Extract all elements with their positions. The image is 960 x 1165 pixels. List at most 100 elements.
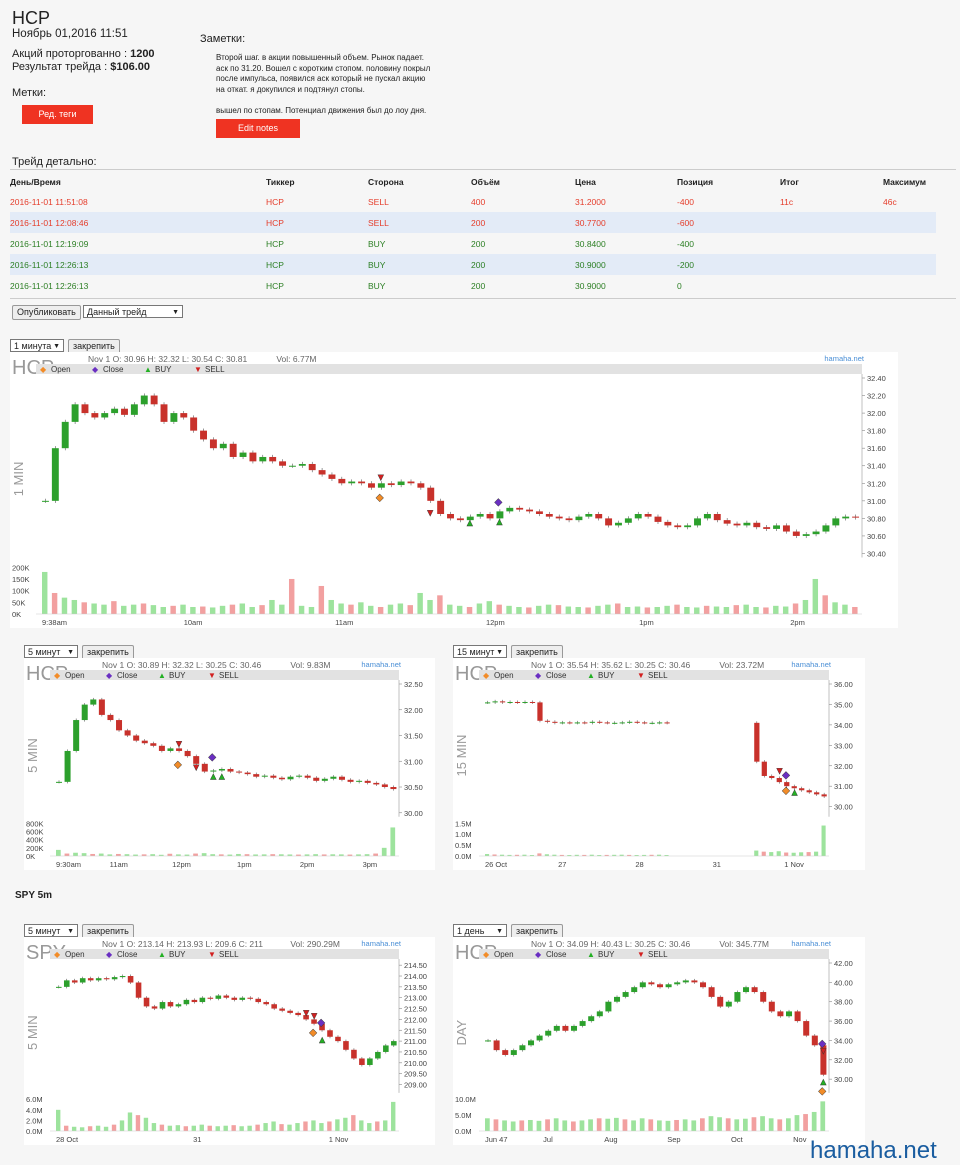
legend-close-icon: ◆ xyxy=(106,671,113,680)
volume-bar xyxy=(150,605,157,614)
candle-body xyxy=(782,525,790,532)
volume-bar xyxy=(535,605,542,614)
candle-body xyxy=(552,721,558,723)
candle-body xyxy=(639,982,646,988)
candle-body xyxy=(852,516,860,518)
candle-body xyxy=(648,982,655,985)
candle-body xyxy=(832,518,840,526)
table-row: 2016-11-01 11:51:08 HCP SELL 400 31.2000 -400… xyxy=(10,191,936,212)
chart-volume-total: Vol: 290.29M xyxy=(290,939,340,949)
trade-marker-open: ◆ xyxy=(309,1027,317,1038)
details-divider xyxy=(10,169,956,170)
publish-button[interactable]: Опубликовать xyxy=(12,305,81,320)
volume-bar xyxy=(271,1121,276,1131)
volume-bar xyxy=(526,607,532,614)
volume-bar xyxy=(708,1116,714,1131)
interval-select[interactable]: 5 минут ▼ xyxy=(24,924,78,937)
volume-tick-label: 50K xyxy=(12,598,25,607)
volume-bar xyxy=(664,605,670,614)
table-cell xyxy=(780,233,883,254)
time-tick-label: 12pm xyxy=(172,860,191,869)
volume-bar xyxy=(510,1121,516,1131)
volume-bar xyxy=(822,595,828,614)
candle-body xyxy=(761,761,767,776)
volume-bar xyxy=(723,606,730,614)
trade-marker-buy: ▲ xyxy=(465,518,475,529)
time-tick-label: 28 Oct xyxy=(56,1135,79,1144)
volume-bar xyxy=(229,604,236,614)
volume-bar xyxy=(852,606,858,614)
interval-select[interactable]: 1 день ▼ xyxy=(453,924,507,937)
candle-body xyxy=(175,1004,182,1007)
volume-bar xyxy=(288,578,295,614)
interval-value: 5 минут xyxy=(28,926,61,936)
candle-body xyxy=(116,720,123,731)
volume-bar xyxy=(143,1117,149,1131)
chart-period-label: 5 MIN xyxy=(25,738,40,773)
candle-body xyxy=(567,722,573,724)
volume-bar xyxy=(821,825,826,856)
volume-bar xyxy=(71,1126,77,1131)
volume-bar xyxy=(734,1119,740,1131)
volume-bar xyxy=(200,606,206,614)
volume-tick-label: 0K xyxy=(26,852,35,861)
volume-bar xyxy=(209,607,216,614)
candle-body xyxy=(427,487,435,501)
volume-bar xyxy=(358,602,364,614)
price-tick-label: 40.00 xyxy=(834,978,853,987)
volume-bar xyxy=(193,853,198,856)
interval-select[interactable]: 5 минут ▼ xyxy=(24,645,78,658)
table-cell xyxy=(780,254,883,275)
volume-bar xyxy=(103,1126,109,1131)
volume-bar xyxy=(167,1125,173,1131)
interval-select[interactable]: 1 минута ▼ xyxy=(10,339,64,352)
volume-bar xyxy=(170,605,176,614)
chart-ohlc: Nov 1 O: 34.09 H: 40.43 L: 30.25 C: 30.4… xyxy=(531,939,691,949)
volume-bar xyxy=(753,606,759,614)
candle-body xyxy=(158,745,165,751)
edit-notes-button[interactable]: Edit notes xyxy=(216,119,300,138)
table-row: 2016-11-01 12:26:13 HCP BUY 200 30.9000 -200 xyxy=(10,254,936,275)
candle-body xyxy=(351,1049,357,1059)
trade-marker-open: ◆ xyxy=(174,759,182,770)
table-cell: 400 xyxy=(471,196,486,207)
price-tick-label: 31.40 xyxy=(867,462,886,471)
chart-canvas: SPY Nov 1 O: 213.14 H: 213.93 L: 209.6 C:… xyxy=(24,937,435,1145)
candle-body xyxy=(760,992,767,1002)
volume-bar xyxy=(247,1125,252,1131)
volume-bar xyxy=(447,604,453,614)
candle-body xyxy=(387,483,395,486)
legend-close-label: Close xyxy=(546,671,567,680)
table-cell: SELL xyxy=(368,196,389,207)
price-tick-label: 214.50 xyxy=(404,961,427,970)
volume-bar xyxy=(121,605,127,614)
volume-bar xyxy=(536,1120,542,1131)
edit-tags-button[interactable]: Ред. теги xyxy=(22,105,93,124)
volume-bar xyxy=(575,606,581,614)
volume-bar xyxy=(287,1124,292,1131)
publish-scope-select[interactable]: Данный трейд ▼ xyxy=(83,305,183,318)
candle-body xyxy=(219,443,227,449)
time-tick-label: Nov xyxy=(793,1135,807,1144)
table-bottom-divider xyxy=(10,298,956,299)
trade-marker-sell: ▼ xyxy=(174,739,184,750)
volume-bar xyxy=(555,605,562,614)
time-tick-label: Oct xyxy=(731,1135,744,1144)
candle-body xyxy=(559,722,566,724)
candle-body xyxy=(565,518,573,521)
candle-body xyxy=(493,1040,500,1051)
volume-bar xyxy=(223,1125,228,1131)
candle-body xyxy=(499,701,506,703)
candle-body xyxy=(239,452,247,457)
volume-bar xyxy=(485,1118,490,1131)
price-tick-label: 209.50 xyxy=(404,1070,427,1079)
volume-bar xyxy=(751,1117,757,1131)
volume-bar xyxy=(799,852,804,856)
price-tick-label: 32.00 xyxy=(834,762,853,771)
interval-select[interactable]: 15 минут ▼ xyxy=(453,645,507,658)
table-cell: 2016-11-01 12:08:46 xyxy=(10,212,266,233)
volume-bar xyxy=(820,1101,826,1131)
volume-bar xyxy=(308,606,315,614)
price-tick-label: 31.80 xyxy=(867,427,886,436)
volume-bar xyxy=(812,578,819,614)
